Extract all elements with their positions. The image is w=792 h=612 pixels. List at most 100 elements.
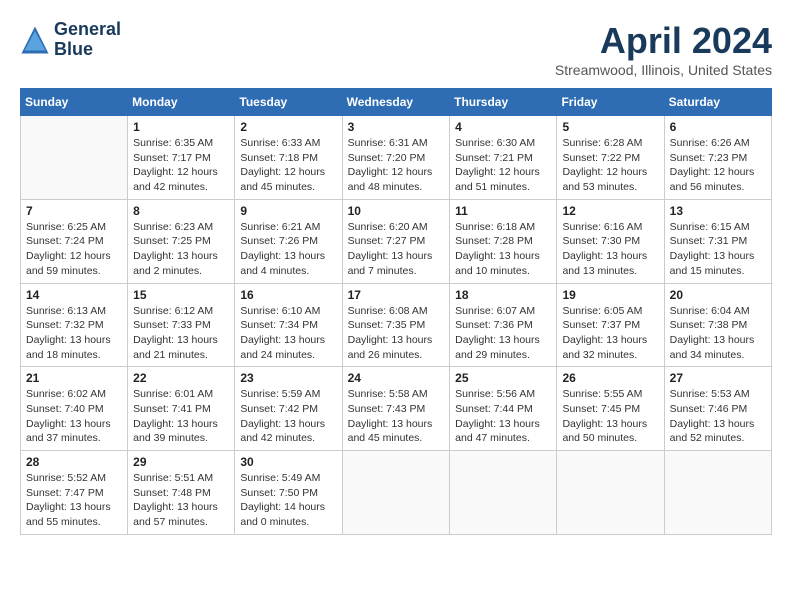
column-header-friday: Friday <box>557 89 664 116</box>
page-title: April 2024 <box>555 20 772 62</box>
day-info: Sunrise: 5:59 AMSunset: 7:42 PMDaylight:… <box>240 387 336 446</box>
day-number: 17 <box>348 288 445 302</box>
week-row-3: 14Sunrise: 6:13 AMSunset: 7:32 PMDayligh… <box>21 283 772 367</box>
day-number: 20 <box>670 288 766 302</box>
day-info: Sunrise: 5:58 AMSunset: 7:43 PMDaylight:… <box>348 387 445 446</box>
day-info: Sunrise: 6:31 AMSunset: 7:20 PMDaylight:… <box>348 136 445 195</box>
day-info: Sunrise: 6:02 AMSunset: 7:40 PMDaylight:… <box>26 387 122 446</box>
day-number: 19 <box>562 288 658 302</box>
day-cell: 23 Sunrise: 5:59 AMSunset: 7:42 PMDayligh… <box>235 367 342 451</box>
day-info: Sunrise: 6:10 AMSunset: 7:34 PMDaylight:… <box>240 304 336 363</box>
day-cell: 4 Sunrise: 6:30 AMSunset: 7:21 PMDaylight… <box>450 116 557 200</box>
day-info: Sunrise: 6:12 AMSunset: 7:33 PMDaylight:… <box>133 304 229 363</box>
day-cell: 28 Sunrise: 5:52 AMSunset: 7:47 PMDayligh… <box>21 451 128 535</box>
day-number: 22 <box>133 371 229 385</box>
day-cell: 18 Sunrise: 6:07 AMSunset: 7:36 PMDayligh… <box>450 283 557 367</box>
day-cell: 17Sunrise: 6:08 AMSunset: 7:35 PMDayligh… <box>342 283 450 367</box>
day-number: 16 <box>240 288 336 302</box>
week-row-4: 21 Sunrise: 6:02 AMSunset: 7:40 PMDayligh… <box>21 367 772 451</box>
title-block: April 2024 Streamwood, Illinois, United … <box>555 20 772 78</box>
day-number: 15 <box>133 288 229 302</box>
day-cell: 5Sunrise: 6:28 AMSunset: 7:22 PMDaylight… <box>557 116 664 200</box>
day-cell: 29 Sunrise: 5:51 AMSunset: 7:48 PMDayligh… <box>128 451 235 535</box>
day-number: 12 <box>562 204 658 218</box>
day-number: 3 <box>348 120 445 134</box>
day-cell: 16 Sunrise: 6:10 AMSunset: 7:34 PMDayligh… <box>235 283 342 367</box>
day-number: 7 <box>26 204 122 218</box>
day-info: Sunrise: 5:56 AMSunset: 7:44 PMDaylight:… <box>455 387 551 446</box>
day-number: 18 <box>455 288 551 302</box>
day-info: Sunrise: 6:01 AMSunset: 7:41 PMDaylight:… <box>133 387 229 446</box>
day-cell: 1 Sunrise: 6:35 AMSunset: 7:17 PMDaylight… <box>128 116 235 200</box>
day-number: 23 <box>240 371 336 385</box>
day-cell <box>450 451 557 535</box>
day-number: 10 <box>348 204 445 218</box>
logo: General Blue <box>20 20 121 60</box>
day-info: Sunrise: 5:52 AMSunset: 7:47 PMDaylight:… <box>26 471 122 530</box>
week-row-5: 28 Sunrise: 5:52 AMSunset: 7:47 PMDayligh… <box>21 451 772 535</box>
day-info: Sunrise: 6:07 AMSunset: 7:36 PMDaylight:… <box>455 304 551 363</box>
page-subtitle: Streamwood, Illinois, United States <box>555 62 772 78</box>
day-number: 29 <box>133 455 229 469</box>
day-number: 27 <box>670 371 766 385</box>
day-number: 14 <box>26 288 122 302</box>
day-info: Sunrise: 5:51 AMSunset: 7:48 PMDaylight:… <box>133 471 229 530</box>
day-number: 8 <box>133 204 229 218</box>
day-info: Sunrise: 5:55 AMSunset: 7:45 PMDaylight:… <box>562 387 658 446</box>
day-cell: 14Sunrise: 6:13 AMSunset: 7:32 PMDayligh… <box>21 283 128 367</box>
day-info: Sunrise: 6:23 AMSunset: 7:25 PMDaylight:… <box>133 220 229 279</box>
day-cell: 22 Sunrise: 6:01 AMSunset: 7:41 PMDayligh… <box>128 367 235 451</box>
day-cell: 2Sunrise: 6:33 AMSunset: 7:18 PMDaylight… <box>235 116 342 200</box>
day-cell: 27 Sunrise: 5:53 AMSunset: 7:46 PMDayligh… <box>664 367 771 451</box>
day-info: Sunrise: 6:35 AMSunset: 7:17 PMDaylight:… <box>133 136 229 195</box>
day-cell: 3 Sunrise: 6:31 AMSunset: 7:20 PMDaylight… <box>342 116 450 200</box>
day-cell: 21 Sunrise: 6:02 AMSunset: 7:40 PMDayligh… <box>21 367 128 451</box>
day-info: Sunrise: 5:53 AMSunset: 7:46 PMDaylight:… <box>670 387 766 446</box>
day-info: Sunrise: 6:25 AMSunset: 7:24 PMDaylight:… <box>26 220 122 279</box>
day-number: 11 <box>455 204 551 218</box>
day-cell: 13Sunrise: 6:15 AMSunset: 7:31 PMDayligh… <box>664 199 771 283</box>
day-cell: 30 Sunrise: 5:49 AMSunset: 7:50 PMDayligh… <box>235 451 342 535</box>
day-number: 21 <box>26 371 122 385</box>
day-info: Sunrise: 6:30 AMSunset: 7:21 PMDaylight:… <box>455 136 551 195</box>
day-info: Sunrise: 6:16 AMSunset: 7:30 PMDaylight:… <box>562 220 658 279</box>
day-info: Sunrise: 6:15 AMSunset: 7:31 PMDaylight:… <box>670 220 766 279</box>
week-row-1: 1 Sunrise: 6:35 AMSunset: 7:17 PMDaylight… <box>21 116 772 200</box>
day-number: 24 <box>348 371 445 385</box>
column-header-saturday: Saturday <box>664 89 771 116</box>
day-cell: 26Sunrise: 5:55 AMSunset: 7:45 PMDayligh… <box>557 367 664 451</box>
day-cell: 9 Sunrise: 6:21 AMSunset: 7:26 PMDaylight… <box>235 199 342 283</box>
day-info: Sunrise: 6:20 AMSunset: 7:27 PMDaylight:… <box>348 220 445 279</box>
day-info: Sunrise: 5:49 AMSunset: 7:50 PMDaylight:… <box>240 471 336 530</box>
day-cell <box>664 451 771 535</box>
day-info: Sunrise: 6:04 AMSunset: 7:38 PMDaylight:… <box>670 304 766 363</box>
day-info: Sunrise: 6:18 AMSunset: 7:28 PMDaylight:… <box>455 220 551 279</box>
day-cell: 10 Sunrise: 6:20 AMSunset: 7:27 PMDayligh… <box>342 199 450 283</box>
day-number: 1 <box>133 120 229 134</box>
logo-icon <box>20 25 50 55</box>
day-number: 25 <box>455 371 551 385</box>
day-cell: 19 Sunrise: 6:05 AMSunset: 7:37 PMDayligh… <box>557 283 664 367</box>
column-header-monday: Monday <box>128 89 235 116</box>
day-number: 5 <box>562 120 658 134</box>
day-number: 30 <box>240 455 336 469</box>
calendar-header-row: SundayMondayTuesdayWednesdayThursdayFrid… <box>21 89 772 116</box>
day-cell: 12 Sunrise: 6:16 AMSunset: 7:30 PMDayligh… <box>557 199 664 283</box>
column-header-wednesday: Wednesday <box>342 89 450 116</box>
column-header-tuesday: Tuesday <box>235 89 342 116</box>
day-cell <box>342 451 450 535</box>
day-cell: 6Sunrise: 6:26 AMSunset: 7:23 PMDaylight… <box>664 116 771 200</box>
day-cell: 24 Sunrise: 5:58 AMSunset: 7:43 PMDayligh… <box>342 367 450 451</box>
day-cell: 8 Sunrise: 6:23 AMSunset: 7:25 PMDaylight… <box>128 199 235 283</box>
day-info: Sunrise: 6:05 AMSunset: 7:37 PMDaylight:… <box>562 304 658 363</box>
day-number: 28 <box>26 455 122 469</box>
day-number: 9 <box>240 204 336 218</box>
day-cell: 15 Sunrise: 6:12 AMSunset: 7:33 PMDayligh… <box>128 283 235 367</box>
day-info: Sunrise: 6:21 AMSunset: 7:26 PMDaylight:… <box>240 220 336 279</box>
day-number: 4 <box>455 120 551 134</box>
page-header: General Blue April 2024 Streamwood, Illi… <box>20 20 772 78</box>
day-cell: 25 Sunrise: 5:56 AMSunset: 7:44 PMDayligh… <box>450 367 557 451</box>
day-number: 2 <box>240 120 336 134</box>
week-row-2: 7 Sunrise: 6:25 AMSunset: 7:24 PMDaylight… <box>21 199 772 283</box>
day-cell: 11 Sunrise: 6:18 AMSunset: 7:28 PMDayligh… <box>450 199 557 283</box>
